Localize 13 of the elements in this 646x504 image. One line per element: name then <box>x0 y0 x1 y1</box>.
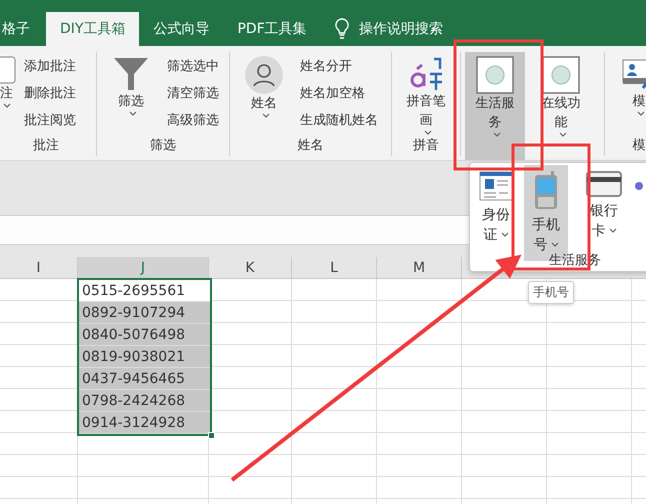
table-cell: 0437-9456465 <box>79 368 210 390</box>
table-cell: 0914-3124928 <box>79 412 210 434</box>
group-label: 筛选 <box>150 137 176 155</box>
table-cell: 0892-9107294 <box>79 302 210 324</box>
table-cell: 0515-2695561 <box>79 280 210 302</box>
table-cell: 0840-5076498 <box>79 324 210 346</box>
group-label: 姓名 <box>298 137 324 155</box>
table-cell: 0798-2424268 <box>79 390 210 412</box>
group-label: 模 <box>632 137 646 155</box>
table-cell: 0819-9038021 <box>79 346 210 368</box>
tooltip: 手机号 <box>528 281 574 304</box>
group-label: 拼音 <box>413 137 439 155</box>
group-label: 批注 <box>33 137 59 155</box>
